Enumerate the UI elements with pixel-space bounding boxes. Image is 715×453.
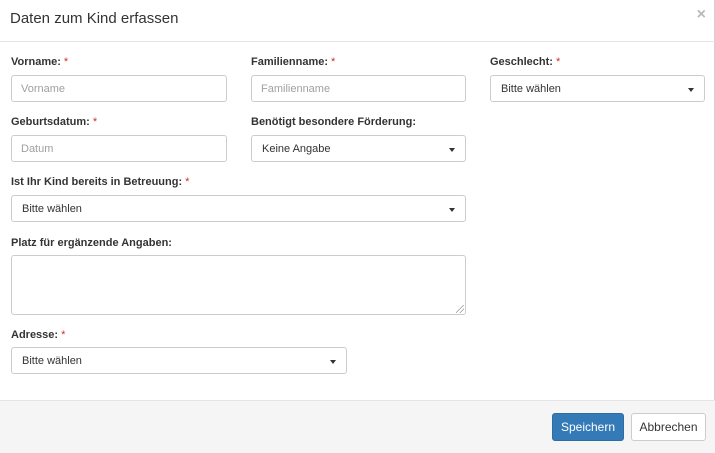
address-label-text: Adresse: — [11, 329, 59, 341]
special-support-label-text: Benötigt besondere Förderung: — [251, 116, 416, 128]
special-support-selected-value: Keine Angabe — [262, 143, 331, 155]
cancel-button[interactable]: Abbrechen — [631, 413, 706, 441]
caret-down-icon — [449, 148, 455, 152]
additional-info-label: Platz für ergänzende Angaben: — [11, 237, 172, 249]
last-name-input[interactable] — [251, 75, 466, 102]
modal-title: Daten zum Kind erfassen — [10, 10, 179, 27]
in-care-select[interactable]: Bitte wählen — [11, 195, 466, 222]
close-icon[interactable]: × — [697, 7, 706, 23]
save-button[interactable]: Speichern — [552, 413, 624, 441]
in-care-label: Ist Ihr Kind bereits in Betreuung: * — [11, 176, 189, 188]
gender-select[interactable]: Bitte wählen — [490, 75, 705, 102]
required-marker: * — [92, 116, 98, 128]
last-name-label: Familienname: * — [251, 56, 335, 68]
caret-down-icon — [688, 88, 694, 92]
modal-header: Daten zum Kind erfassen × — [0, 0, 715, 42]
gender-label-text: Geschlecht: — [490, 56, 553, 68]
first-name-input[interactable] — [11, 75, 227, 102]
additional-info-label-text: Platz für ergänzende Angaben: — [11, 237, 172, 249]
address-label: Adresse: * — [11, 329, 65, 341]
required-marker: * — [185, 176, 190, 188]
child-data-modal: Daten zum Kind erfassen × Vorname:* Fami… — [0, 0, 715, 453]
caret-down-icon — [449, 208, 455, 212]
required-marker: * — [331, 56, 336, 68]
gender-selected-value: Bitte wählen — [501, 83, 561, 95]
birth-date-label-text: Geburtsdatum: — [11, 116, 90, 128]
required-marker: * — [63, 56, 69, 68]
resize-grip-icon[interactable] — [456, 305, 464, 313]
in-care-label-text: Ist Ihr Kind bereits in Betreuung: — [11, 176, 183, 188]
first-name-label-text: Vorname: — [11, 56, 61, 68]
birth-date-input[interactable] — [11, 135, 227, 162]
caret-down-icon — [330, 360, 336, 364]
last-name-label-text: Familienname: — [251, 56, 329, 68]
address-select[interactable]: Bitte wählen — [11, 347, 347, 374]
first-name-label: Vorname: * — [11, 56, 68, 68]
gender-label: Geschlecht: * — [490, 56, 560, 68]
required-marker: * — [555, 56, 561, 68]
modal-footer: Speichern Abbrechen — [0, 400, 715, 453]
birth-date-label: Geburtsdatum: * — [11, 116, 97, 128]
additional-info-textarea[interactable] — [11, 255, 466, 315]
required-marker: * — [61, 329, 66, 341]
in-care-selected-value: Bitte wählen — [22, 203, 82, 215]
special-support-select[interactable]: Keine Angabe — [251, 135, 466, 162]
special-support-label: Benötigt besondere Förderung: — [251, 116, 416, 128]
address-selected-value: Bitte wählen — [22, 355, 82, 367]
